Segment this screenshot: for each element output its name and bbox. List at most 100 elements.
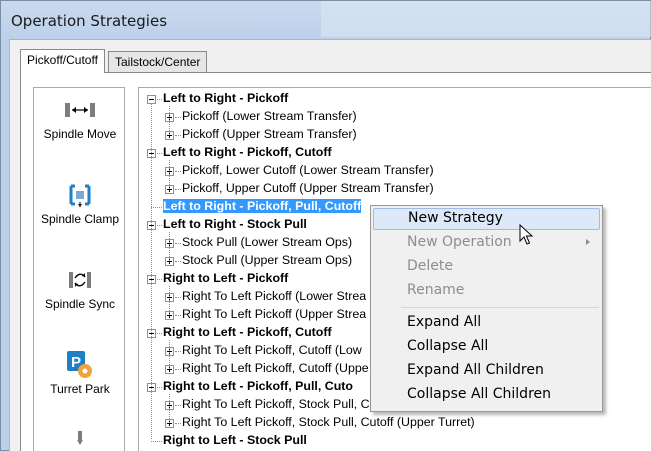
tree-group-label: Left to Right - Pickoff, Pull, Cutoff — [163, 199, 362, 213]
turret-park-icon: P — [67, 351, 92, 378]
tree-connector — [175, 189, 181, 190]
tree-child-label: Pickoff (Upper Stream Transfer) — [182, 127, 357, 141]
spindle-clamp-button[interactable]: Spindle Clamp — [34, 182, 126, 226]
tree-connector — [157, 99, 162, 100]
tree-child-label: Right To Left Pickoff (Upper Strea — [182, 307, 367, 321]
spindle-move-icon — [65, 103, 95, 117]
menu-item-delete[interactable]: Delete — [373, 256, 600, 278]
tree-connector — [157, 225, 162, 226]
tree-connector — [151, 207, 162, 208]
tree-connector — [175, 369, 181, 370]
menu-item-label: New Operation — [407, 234, 512, 250]
tree-child-label: Right To Left Pickoff, Cutoff (Low — [182, 343, 362, 357]
tree-connector — [175, 405, 181, 406]
collapse-toggle-icon[interactable] — [147, 95, 156, 104]
menu-item-label: Collapse All Children — [407, 386, 551, 402]
tree-child-label: Pickoff (Lower Stream Transfer) — [182, 109, 357, 123]
tree-child-row[interactable]: Right To Left Pickoff (Lower Strea — [182, 288, 366, 306]
tree-connector — [169, 160, 170, 189]
menu-item-new-strategy[interactable]: New Strategy — [373, 208, 600, 230]
tree-child-row[interactable]: Right To Left Pickoff, Stock Pull, Cutof… — [182, 414, 475, 432]
strategy-toolbar: Spindle Move Spindle Clamp Spindle Sync — [33, 87, 125, 451]
tree-group-row[interactable]: Right to Left - Pickoff, Pull, Cuto — [163, 378, 353, 396]
mouse-cursor-icon — [519, 224, 533, 245]
tree-connector — [169, 232, 170, 261]
menu-item-collapse-all[interactable]: Collapse All — [373, 336, 600, 358]
tree-child-label: Stock Pull (Lower Stream Ops) — [182, 235, 353, 249]
menu-item-expand-all[interactable]: Expand All — [373, 312, 600, 334]
tree-connector — [175, 423, 181, 424]
tree-child-row[interactable]: Pickoff, Upper Cutoff (Upper Stream Tran… — [182, 180, 434, 198]
tab-tailstock-center[interactable]: Tailstock/Center — [108, 51, 208, 73]
tree-group-label: Left to Right - Stock Pull — [163, 217, 307, 231]
tree-child-row[interactable]: Right To Left Pickoff, Cutoff (Low — [182, 342, 362, 360]
menu-item-label: New Strategy — [408, 210, 503, 226]
tab-pickoff-cutoff[interactable]: Pickoff/Cutoff — [20, 49, 105, 73]
menu-item-rename[interactable]: Rename — [373, 280, 600, 302]
spindle-clamp-label: Spindle Clamp — [40, 212, 120, 226]
tree-child-row[interactable]: Stock Pull (Lower Stream Ops) — [182, 234, 352, 252]
spindle-move-label: Spindle Move — [43, 127, 117, 141]
menu-item-label: Collapse All — [407, 338, 489, 354]
tree-group-label: Left to Right - Pickoff, Cutoff — [163, 145, 332, 159]
tree-child-label: Pickoff, Lower Cutoff (Lower Stream Tran… — [182, 163, 434, 177]
tab-label: Tailstock/Center — [115, 55, 201, 69]
title-bar[interactable]: Operation Strategies — [1, 1, 651, 39]
tree-connector — [157, 387, 162, 388]
spindle-move-button[interactable]: Spindle Move — [34, 97, 126, 141]
tree-child-row[interactable]: Pickoff, Lower Cutoff (Lower Stream Tran… — [182, 162, 434, 180]
tree-child-row[interactable]: Pickoff (Upper Stream Transfer) — [182, 126, 357, 144]
tree-connector — [175, 135, 181, 136]
tree-group-row[interactable]: Right to Left - Stock Pull — [163, 432, 307, 450]
tree-connector — [169, 106, 170, 135]
tree-connector — [157, 153, 162, 154]
spindle-sync-icon — [69, 272, 91, 288]
menu-item-new-operation[interactable]: New Operation — [373, 232, 600, 254]
tree-child-row[interactable]: Right To Left Pickoff, Cutoff (Uppe — [182, 360, 369, 378]
tree-child-label: Right To Left Pickoff (Lower Strea — [182, 289, 367, 303]
tree-group-label: Left to Right - Pickoff — [163, 91, 289, 105]
tree-group-label: Right to Left - Pickoff, Pull, Cuto — [163, 379, 353, 393]
tree-connector — [151, 441, 162, 442]
tab-label: Pickoff/Cutoff — [27, 53, 98, 67]
spindle-sync-button[interactable]: Spindle Sync — [34, 267, 126, 311]
tree-child-row[interactable]: Stock Pull (Upper Stream Ops) — [182, 252, 352, 270]
tree-connector — [169, 394, 170, 423]
tree-group-label: Right to Left - Pickoff — [163, 271, 289, 285]
tree-connector — [151, 104, 152, 439]
tree-child-row[interactable]: Right To Left Pickoff, Stock Pull, C — [182, 396, 370, 414]
tree-connector — [175, 351, 181, 352]
tree-child-label: Pickoff, Upper Cutoff (Upper Stream Tran… — [182, 181, 434, 195]
tree-group-row[interactable]: Right to Left - Pickoff, Cutoff — [163, 324, 332, 342]
tree-connector — [175, 117, 181, 118]
tree-child-row[interactable]: Right To Left Pickoff (Upper Strea — [182, 306, 366, 324]
tree-connector — [175, 297, 181, 298]
tree-child-row[interactable]: Pickoff (Lower Stream Transfer) — [182, 108, 357, 126]
tree-group-row[interactable]: Left to Right - Pickoff — [163, 90, 288, 108]
tree-group-label: Right to Left - Stock Pull — [163, 433, 307, 447]
context-menu: New Strategy New Operation Delete Rename Exp… — [370, 205, 603, 412]
tree-group-row[interactable]: Left to Right - Stock Pull — [163, 216, 307, 234]
operation-strategies-window: Operation Strategies Pickoff/Cutoff Tail… — [0, 0, 651, 451]
tree-group-label: Right to Left - Pickoff, Cutoff — [163, 325, 332, 339]
menu-item-label: Expand All Children — [407, 362, 544, 378]
tree-connector — [175, 243, 181, 244]
tree-connector — [157, 333, 162, 334]
tool-stub-icon — [77, 431, 83, 445]
menu-item-label: Expand All — [407, 314, 482, 330]
tree-group-row[interactable]: Left to Right - Pickoff, Pull, Cutoff — [163, 198, 362, 216]
tree-connector — [157, 279, 162, 280]
tree-connector — [175, 261, 181, 262]
tree-connector — [169, 340, 170, 369]
spindle-clamp-icon — [69, 184, 91, 207]
turret-park-button[interactable]: P Turret Park — [34, 350, 126, 396]
tree-group-row[interactable]: Right to Left - Pickoff — [163, 270, 288, 288]
menu-item-expand-all-children[interactable]: Expand All Children — [373, 360, 600, 382]
tree-group-row[interactable]: Left to Right - Pickoff, Cutoff — [163, 144, 332, 162]
tree-child-label: Right To Left Pickoff, Cutoff (Uppe — [182, 361, 369, 375]
turret-park-label: Turret Park — [50, 382, 110, 396]
menu-item-label: Rename — [407, 282, 465, 298]
tree-child-label: Right To Left Pickoff, Stock Pull, Cutof… — [182, 415, 475, 429]
menu-item-collapse-all-children[interactable]: Collapse All Children — [373, 384, 600, 406]
window-title: Operation Strategies — [11, 12, 168, 30]
